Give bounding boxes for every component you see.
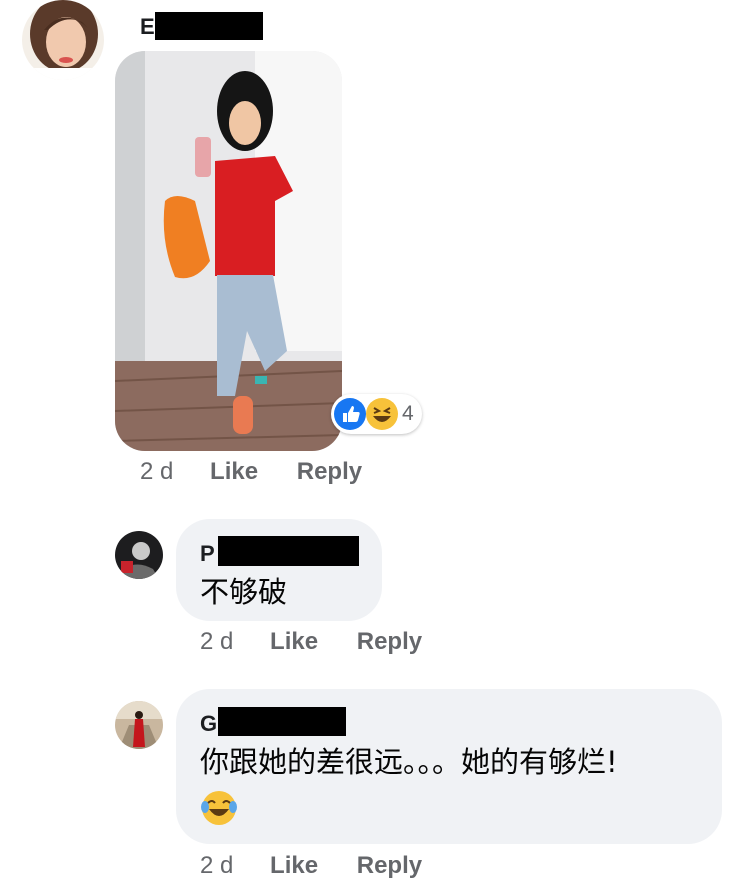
comment-bubble: G 你跟她的差很远。。。她的有够烂!: [176, 689, 722, 844]
author-name[interactable]: P: [200, 541, 215, 567]
tears-of-joy-emoji-icon: [200, 789, 238, 827]
comment-bubble: P 不够破: [176, 519, 382, 621]
reaction-count: 4: [402, 402, 414, 425]
author-name[interactable]: E: [140, 14, 155, 40]
avatar[interactable]: [115, 531, 163, 579]
reply-button[interactable]: Reply: [357, 628, 422, 655]
like-reaction-icon: [334, 398, 366, 430]
like-button[interactable]: Like: [270, 852, 318, 879]
comment-actions: 2 d Like Reply: [200, 852, 422, 880]
author-name[interactable]: G: [200, 711, 217, 737]
avatar[interactable]: [22, 0, 104, 80]
avatar[interactable]: [115, 701, 163, 749]
comment-text: 不够破: [200, 575, 288, 609]
reply-button[interactable]: Reply: [357, 852, 422, 879]
timestamp[interactable]: 2 d: [140, 458, 173, 485]
redacted-name: [218, 536, 359, 566]
comment-actions: 2 d Like Reply: [200, 628, 422, 656]
timestamp[interactable]: 2 d: [200, 628, 233, 655]
redacted-name: [155, 12, 263, 40]
comment-photo[interactable]: [115, 51, 342, 451]
comment-actions: 2 d Like Reply: [140, 458, 362, 486]
comment-text: 你跟她的差很远。。。她的有够烂!: [200, 745, 618, 779]
haha-reaction-icon: [366, 398, 398, 430]
reply-button[interactable]: Reply: [297, 458, 362, 485]
timestamp[interactable]: 2 d: [200, 852, 233, 879]
like-button[interactable]: Like: [270, 628, 318, 655]
reaction-summary[interactable]: 4: [331, 394, 422, 434]
like-button[interactable]: Like: [210, 458, 258, 485]
redacted-name: [218, 707, 346, 736]
